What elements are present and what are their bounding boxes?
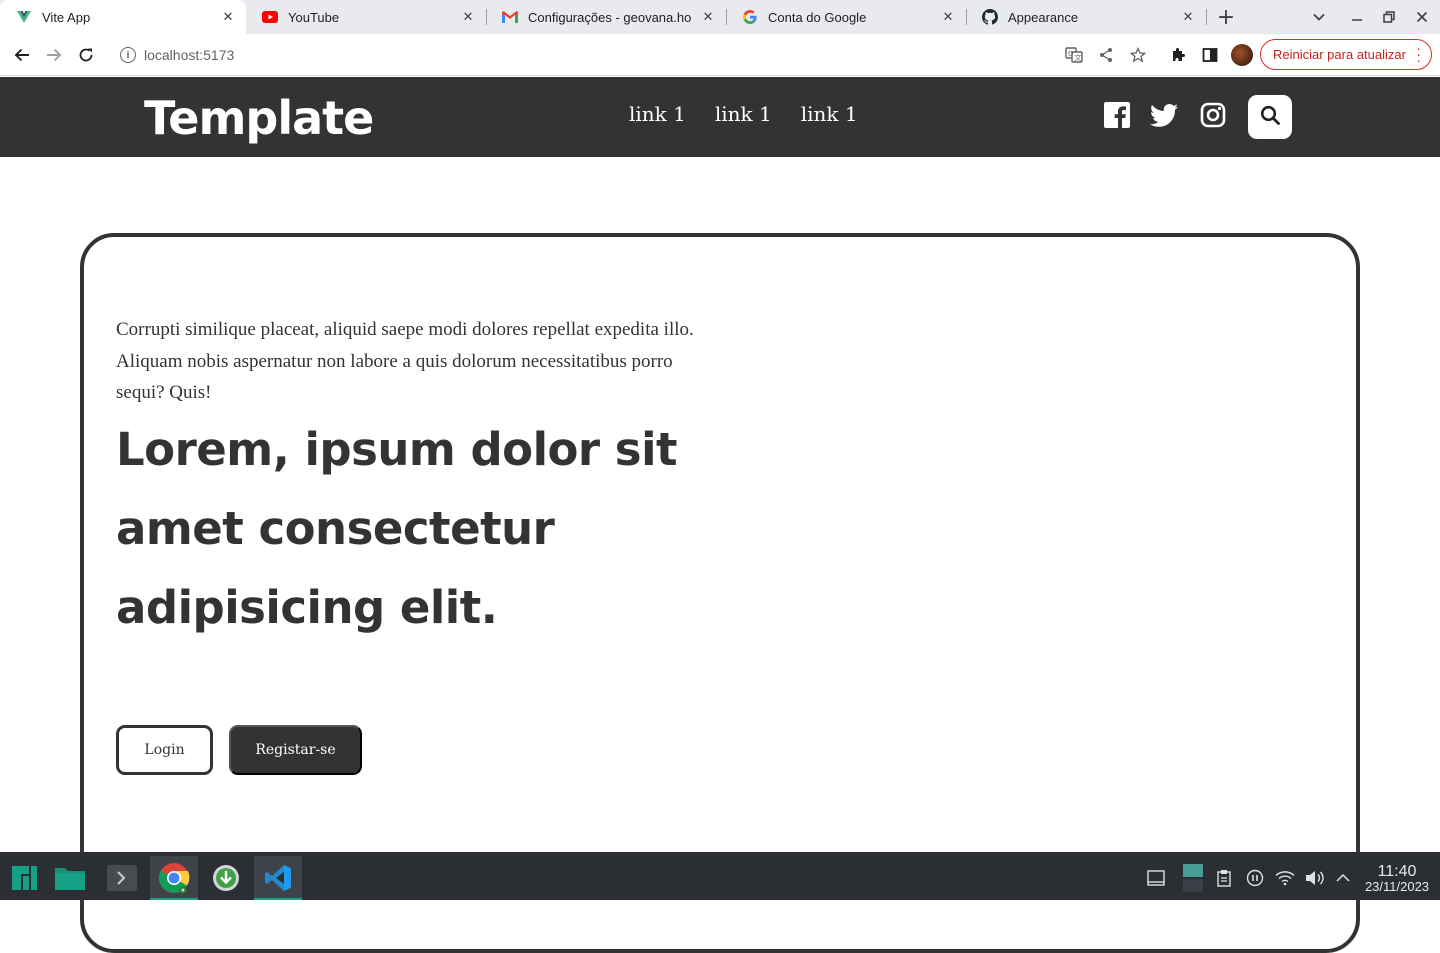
browser-toolbar: i localhost:5173 G文 [0,34,1440,76]
tab-title: Configurações - geovana.ho [528,9,692,25]
svg-text:G: G [1068,50,1073,58]
instagram-icon[interactable] [1198,100,1228,130]
tab-github-appearance[interactable]: Appearance ✕ [966,0,1207,34]
tab-google-account[interactable]: Conta do Google ✕ [726,0,967,34]
close-tab-icon[interactable]: ✕ [1180,9,1196,25]
wifi-icon[interactable] [1275,868,1295,888]
clock-time: 11:40 [1377,863,1417,880]
terminal-icon[interactable] [98,856,146,900]
vite-icon [16,9,32,25]
youtube-icon [262,9,278,25]
manjaro-menu-icon[interactable] [0,856,48,900]
gmail-icon [502,9,518,25]
tab-title: YouTube [288,9,340,25]
extensions-icon[interactable] [1162,39,1194,71]
restore-icon[interactable] [1373,0,1405,34]
tab-youtube[interactable]: YouTube ✕ [246,0,487,34]
search-icon [1260,105,1280,129]
close-tab-icon[interactable]: ✕ [220,9,236,25]
tab-title: Conta do Google [768,9,867,25]
more-menu-icon[interactable]: · · · [1416,41,1421,67]
file-manager-icon[interactable] [46,856,94,900]
media-pause-icon[interactable] [1245,868,1265,888]
close-tab-icon[interactable]: ✕ [700,9,716,25]
login-button[interactable]: Login [116,725,213,775]
vscode-icon[interactable] [254,856,302,900]
search-button[interactable] [1248,95,1292,139]
tray-expand-chevron-icon[interactable] [1333,868,1353,888]
share-icon[interactable] [1090,39,1122,71]
clock-date: 23/11/2023 [1364,879,1430,894]
tab-title: Vite App [42,9,91,25]
downloader-icon[interactable] [202,856,250,900]
back-icon[interactable] [6,39,38,71]
main-nav: link 1 link 1 link 1 [629,102,858,126]
tab-search-chevron-icon[interactable] [1303,0,1335,34]
show-desktop-icon[interactable] [1146,868,1166,888]
minimize-icon[interactable] [1341,0,1373,34]
site-info-icon[interactable]: i [120,47,136,63]
twitter-icon[interactable] [1149,100,1179,130]
tab-gmail-settings[interactable]: Configurações - geovana.ho ✕ [486,0,727,34]
github-icon [982,9,998,25]
tab-strip: Vite App ✕ YouTube ✕ Configurações - geo… [0,0,1440,34]
close-tab-icon[interactable]: ✕ [940,9,956,25]
nav-link-3[interactable]: link 1 [801,102,858,126]
hero-intro-text: Corrupti similique placeat, aliquid saep… [116,319,694,403]
forward-icon[interactable] [38,39,70,71]
tab-title: Appearance [1008,9,1079,25]
tab-vite-app[interactable]: Vite App ✕ [0,0,246,34]
site-header: Template link 1 link 1 link 1 [0,77,1440,157]
url-text: localhost:5173 [144,47,235,63]
nav-link-2[interactable]: link 1 [715,102,772,126]
facebook-icon[interactable] [1102,100,1132,130]
bookmark-star-icon[interactable] [1122,39,1154,71]
svg-text:文: 文 [1075,53,1082,62]
restart-to-update-button[interactable]: Reiniciar para atualizar · · · [1260,39,1432,70]
register-button[interactable]: Registar-se [229,725,362,775]
translate-icon[interactable]: G文 [1058,39,1090,71]
taskbar-clock[interactable]: 11:40 23/11/2023 [1360,864,1434,894]
address-bar[interactable]: i localhost:5173 [110,39,1050,71]
site-logo[interactable]: Template [144,91,374,145]
profile-avatar[interactable] [1231,44,1253,66]
workspace-pager-icon[interactable] [1182,864,1204,892]
google-icon [742,9,758,25]
side-panel-icon[interactable] [1194,39,1226,71]
update-label: Reiniciar para atualizar [1273,47,1406,62]
new-tab-button[interactable]: + [1210,0,1242,34]
close-tab-icon[interactable]: ✕ [460,9,476,25]
nav-link-1[interactable]: link 1 [629,102,686,126]
clipboard-icon[interactable] [1214,868,1234,888]
hero-headline: Lorem, ipsum dolor sit amet consectetur … [116,423,678,634]
chrome-taskbar-icon[interactable] [150,856,198,900]
reload-icon[interactable] [70,39,102,71]
volume-icon[interactable] [1305,868,1325,888]
close-window-icon[interactable] [1406,0,1438,34]
